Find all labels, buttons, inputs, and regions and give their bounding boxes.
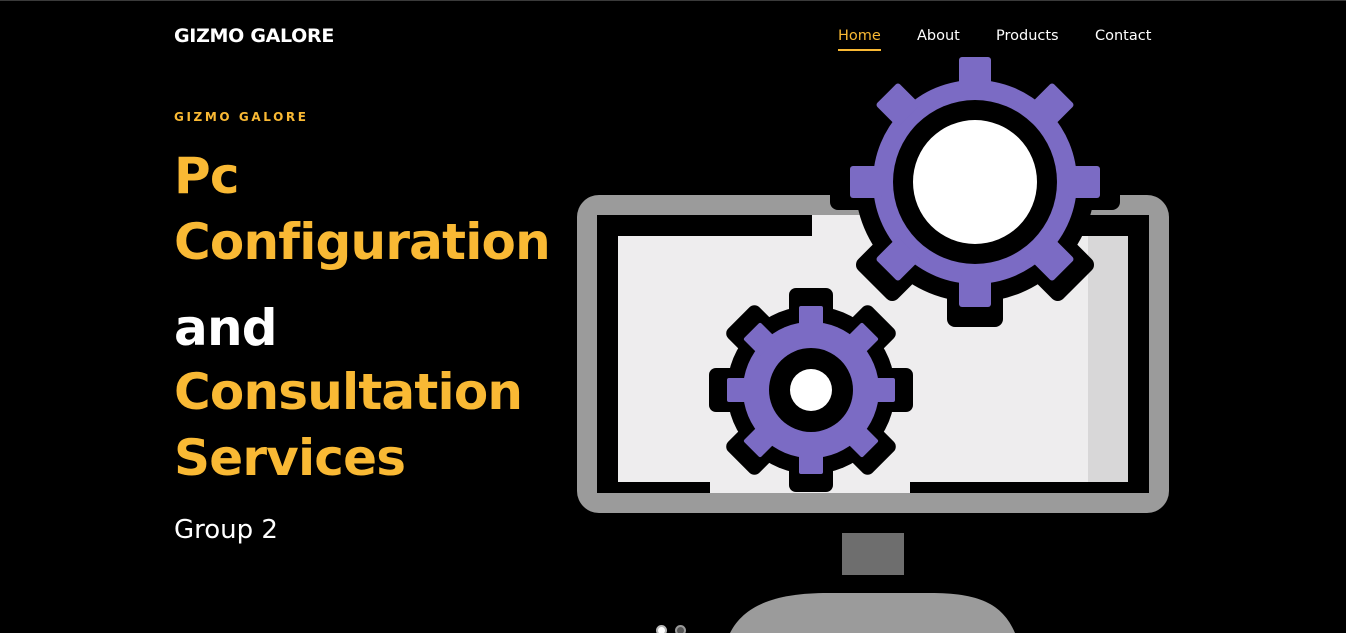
brand-logo[interactable]: GIZMO GALORE [174, 24, 334, 48]
nav-home-link[interactable]: Home [838, 26, 881, 51]
nav-home-label: Home [838, 28, 881, 44]
hero-line-configuration: Configuration [174, 213, 551, 271]
hero-line-consultation: Consultation [174, 363, 523, 421]
nav-active-underline [838, 49, 881, 51]
hero-line-services: Services [174, 429, 406, 487]
nav-about-link[interactable]: About [917, 26, 960, 46]
nav-contact-link[interactable]: Contact [1095, 26, 1151, 46]
nav-contact-label: Contact [1095, 28, 1152, 44]
hero-line-and: and [174, 299, 278, 357]
hero-line-pc: Pc [174, 147, 239, 205]
nav-products-link[interactable]: Products [996, 26, 1059, 46]
carousel-dot-2[interactable] [675, 625, 686, 633]
nav-about-label: About [917, 28, 960, 44]
nav-products-label: Products [996, 28, 1059, 44]
hero-eyebrow: GIZMO GALORE [174, 110, 309, 124]
top-border [0, 0, 1346, 1]
hero-subtitle: Group 2 [174, 515, 278, 545]
monitor-gears-icon [570, 37, 1180, 633]
carousel-dot-1[interactable] [656, 625, 667, 633]
